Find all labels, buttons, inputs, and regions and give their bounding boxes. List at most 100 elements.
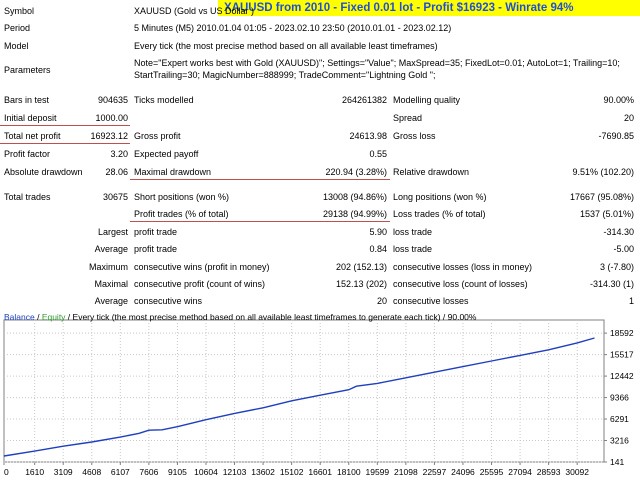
y-tick-label: 15517	[610, 350, 634, 360]
quality-label: Modelling quality	[393, 95, 461, 105]
gross-profit-value: 24613.98	[349, 131, 387, 141]
x-tick-label: 30092	[565, 467, 589, 477]
maximal-label: Maximal	[94, 279, 128, 289]
underline	[130, 221, 390, 222]
gross-loss-value: -7690.85	[598, 131, 634, 141]
deposit-value: 1000.00	[95, 113, 128, 123]
x-tick-label: 9105	[168, 467, 187, 477]
avg-consecutive-losses-value: 1	[628, 296, 634, 306]
expected-payoff-value: 0.55	[369, 149, 387, 159]
chart-description: / Every tick (the most precise method ba…	[65, 312, 477, 322]
average-profit-value: 0.84	[369, 244, 387, 254]
x-tick-label: 18100	[337, 467, 361, 477]
spread-label: Spread	[393, 113, 423, 123]
y-tick-label: 6291	[610, 414, 629, 424]
largest-profit-label: profit trade	[134, 227, 178, 237]
gross-loss-label: Gross loss	[393, 131, 436, 141]
profit-trades-value: 29138 (94.99%)	[322, 209, 387, 219]
x-tick-label: 12103	[223, 467, 247, 477]
balance-legend: Balance	[4, 312, 35, 322]
average-consecutive-label: Average	[94, 296, 128, 306]
long-positions-value: 17667 (95.08%)	[569, 192, 634, 202]
loss-trades-label: Loss trades (% of total)	[393, 209, 486, 219]
avg-consecutive-wins-value: 20	[376, 296, 387, 306]
expected-payoff-label: Expected payoff	[134, 149, 199, 159]
x-tick-label: 28593	[537, 467, 561, 477]
quality-value: 90.00%	[603, 95, 634, 105]
total-trades-value: 30675	[102, 192, 128, 202]
profit-factor-value: 3.20	[110, 149, 128, 159]
gross-profit-label: Gross profit	[134, 131, 181, 141]
long-positions-label: Long positions (won %)	[393, 192, 487, 202]
bars-value: 904635	[97, 95, 128, 105]
ticks-label: Ticks modelled	[134, 95, 194, 105]
largest-label: Largest	[97, 227, 128, 237]
maximal-consecutive-loss-value: -314.30 (1)	[589, 279, 634, 289]
x-tick-label: 21098	[394, 467, 418, 477]
ticks-value: 264261382	[341, 95, 387, 105]
y-tick-label: 9366	[610, 393, 629, 403]
x-tick-label: 27094	[508, 467, 532, 477]
total-trades-label: Total trades	[4, 192, 51, 202]
spread-value: 20	[623, 113, 634, 123]
period-value: 5 Minutes (M5) 2010.01.04 01:05 - 2023.0…	[134, 23, 452, 33]
underline	[0, 143, 130, 144]
parameters-label: Parameters	[4, 65, 51, 75]
loss-trades-value: 1537 (5.01%)	[579, 209, 634, 219]
average-label: Average	[94, 244, 128, 254]
maximum-label: Maximum	[88, 262, 128, 272]
largest-loss-value: -314.30	[603, 227, 634, 237]
max-consecutive-wins-label: consecutive wins (profit in money)	[134, 262, 270, 272]
net-profit-label: Total net profit	[4, 131, 61, 141]
chart-header: Balance / Equity / Every tick (the most …	[4, 312, 476, 322]
maximal-drawdown-label: Maximal drawdown	[134, 167, 212, 177]
deposit-label: Initial deposit	[4, 113, 57, 123]
legend-separator: /	[34, 312, 42, 322]
banner-text: from 2010 - Fixed 0.01 lot - Profit $169…	[275, 2, 574, 14]
x-tick-label: 3109	[54, 467, 73, 477]
model-label: Model	[4, 41, 29, 51]
x-tick-label: 10604	[194, 467, 218, 477]
x-tick-label: 0	[4, 467, 9, 477]
x-tick-label: 22597	[423, 467, 447, 477]
y-tick-label: 18592	[610, 328, 634, 338]
x-tick-label: 1610	[25, 467, 44, 477]
test-report: XAUUSD from 2010 - Fixed 0.01 lot - Prof…	[0, 0, 640, 308]
max-consecutive-losses-value: 3 (-7.80)	[599, 262, 634, 272]
maximal-consecutive-profit-label: consecutive profit (count of wins)	[134, 279, 266, 289]
y-tick-label: 3216	[610, 436, 629, 446]
x-tick-label: 25595	[480, 467, 504, 477]
maximal-consecutive-profit-value: 152.13 (202)	[335, 279, 387, 289]
absolute-drawdown-value: 28.06	[105, 167, 128, 177]
x-tick-label: 6107	[111, 467, 130, 477]
short-positions-label: Short positions (won %)	[134, 192, 230, 202]
largest-profit-value: 5.90	[369, 227, 387, 237]
parameters-line1: Note="Expert works best with Gold (XAUUS…	[134, 58, 620, 68]
short-positions-value: 13008 (94.86%)	[322, 192, 387, 202]
x-tick-label: 15102	[280, 467, 304, 477]
symbol-value: XAUUSD (Gold vs US Dollar )	[134, 6, 255, 16]
avg-consecutive-losses-label: consecutive losses	[393, 296, 469, 306]
average-loss-label: loss trade	[393, 244, 433, 254]
average-profit-label: profit trade	[134, 244, 178, 254]
max-consecutive-wins-value: 202 (152.13)	[335, 262, 387, 272]
x-tick-label: 24096	[451, 467, 475, 477]
model-value: Every tick (the most precise method base…	[134, 41, 438, 51]
underline	[0, 125, 130, 126]
maximal-consecutive-loss-label: consecutive loss (count of losses)	[393, 279, 528, 289]
underline	[130, 179, 390, 180]
average-loss-value: -5.00	[613, 244, 634, 254]
relative-drawdown-value: 9.51% (102.20)	[572, 167, 634, 177]
x-tick-label: 13602	[251, 467, 275, 477]
chart-plot: 0 1610 3109 4608 6107 7606 9105 10604 12103 13602…	[3, 319, 634, 477]
profit-trades-label: Profit trades (% of total)	[134, 209, 229, 219]
profit-factor-label: Profit factor	[4, 149, 51, 159]
symbol-label: Symbol	[4, 6, 35, 16]
relative-drawdown-label: Relative drawdown	[393, 167, 470, 177]
balance-chart: Balance / Equity / Every tick (the most …	[0, 310, 640, 480]
period-label: Period	[4, 23, 31, 33]
bars-label: Bars in test	[4, 95, 50, 105]
avg-consecutive-wins-label: consecutive wins	[134, 296, 203, 306]
net-profit-value: 16923.12	[90, 131, 128, 141]
largest-loss-label: loss trade	[393, 227, 433, 237]
